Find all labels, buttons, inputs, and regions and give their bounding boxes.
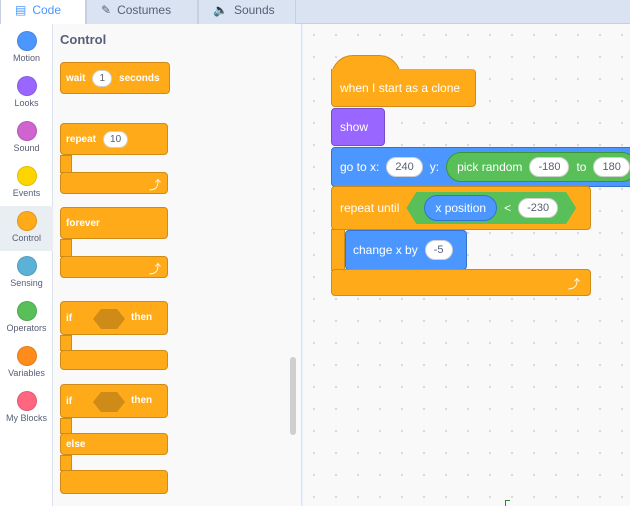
x-position-label: x position [435, 201, 487, 215]
forever-foot: ⤴ [60, 256, 168, 278]
wait-label: wait [66, 72, 86, 84]
condition-slot[interactable] [93, 309, 125, 329]
then-label: then [131, 312, 153, 323]
if-else-arm [60, 418, 72, 434]
wait-block[interactable]: wait 1 seconds [60, 62, 170, 94]
loop-arrow-icon: ⤴ [567, 277, 580, 291]
mouse-cursor-icon [505, 500, 510, 506]
speaker-icon: 🔈 [213, 2, 228, 17]
less-than-symbol: < [504, 201, 512, 215]
category-motion[interactable]: Motion [0, 26, 53, 71]
category-control[interactable]: Control [0, 206, 53, 251]
else-bar: else [60, 433, 168, 455]
motion-dot-icon [16, 31, 37, 51]
category-label: My Blocks [5, 413, 47, 423]
script-area[interactable]: when I start as a clone show go to x: 24… [303, 24, 630, 506]
tab-sounds-label: Sounds [233, 2, 275, 17]
palette-scrollbar[interactable] [290, 357, 296, 435]
category-variables[interactable]: Variables [0, 341, 53, 386]
category-label: Motion [12, 53, 40, 63]
change-x-label: change x by [353, 243, 418, 257]
operators-dot-icon [16, 301, 37, 321]
repeat-arm [60, 155, 72, 173]
control-dot-icon [16, 211, 37, 231]
to-label: to [576, 160, 587, 174]
category-events[interactable]: Events [0, 161, 53, 206]
category-operators[interactable]: Operators [0, 296, 53, 341]
looks-dot-icon [16, 76, 37, 96]
tab-code[interactable]: ▤ Code [0, 0, 86, 25]
brush-icon: ✎ [101, 2, 112, 17]
wait-seconds-input[interactable]: 1 [92, 69, 113, 87]
pick-random-reporter[interactable]: pick random -180 to 180 [446, 152, 630, 182]
x-position-reporter[interactable]: x position [424, 195, 497, 221]
tab-costumes[interactable]: ✎ Costumes [86, 0, 198, 24]
editor-tab-bar: ▤ Code ✎ Costumes 🔈 Sounds [0, 0, 630, 25]
if-label: if [66, 395, 73, 407]
if-foot [60, 350, 168, 370]
less-than-operator[interactable]: x position < -230 [406, 192, 576, 224]
else-label: else [66, 438, 86, 450]
repeat-block[interactable]: repeat 10 [60, 123, 168, 155]
loop-arrow-icon: ⤴ [148, 262, 161, 276]
repeat-until-block[interactable]: repeat until x position < -230 [331, 186, 591, 230]
random-to-input[interactable]: 180 [593, 157, 630, 177]
goto-label: go to x: [340, 160, 380, 174]
forever-block[interactable]: forever [60, 207, 168, 239]
code-icon: ▤ [15, 3, 27, 17]
category-label: Variables [8, 368, 45, 378]
if-else-foot [60, 470, 168, 494]
events-dot-icon [16, 166, 37, 186]
x-input[interactable]: 240 [386, 157, 423, 177]
if-then-block[interactable]: if then [60, 301, 168, 335]
change-x-block[interactable]: change x by -5 [345, 230, 467, 270]
else-arm [60, 455, 72, 471]
category-label: Events [12, 188, 41, 198]
repeat-label: repeat [66, 133, 97, 145]
show-label: show [340, 120, 369, 134]
tab-costumes-label: Costumes [117, 2, 172, 17]
pick-random-label: pick random [457, 160, 523, 174]
category-label: Looks [14, 98, 39, 108]
random-from-input[interactable]: -180 [529, 157, 570, 177]
repeat-until-foot: ⤴ [331, 269, 591, 296]
tab-sounds[interactable]: 🔈 Sounds [198, 0, 296, 24]
sound-dot-icon [16, 121, 37, 141]
show-block[interactable]: show [331, 108, 385, 146]
if-arm [60, 335, 72, 351]
repeat-count-input[interactable]: 10 [103, 130, 129, 148]
loop-arrow-icon: ⤴ [148, 178, 161, 192]
sensing-dot-icon [16, 256, 37, 276]
when-clone-hat-block[interactable]: when I start as a clone [331, 69, 476, 107]
wait-suffix: seconds [119, 72, 160, 84]
forever-label: forever [66, 217, 100, 229]
category-sound[interactable]: Sound [0, 116, 53, 161]
compare-value-input[interactable]: -230 [518, 198, 558, 218]
goto-xy-block[interactable]: go to x: 240 y: pick random -180 to 180 [331, 147, 630, 187]
tab-code-label: Code [32, 3, 62, 17]
category-label: Sound [13, 143, 40, 153]
palette-title: Control [60, 32, 107, 47]
then-label: then [131, 395, 153, 406]
category-my-blocks[interactable]: My Blocks [0, 386, 53, 431]
hat-label: when I start as a clone [340, 80, 461, 95]
category-menu: Motion Looks Sound Events Control Sensin… [0, 24, 53, 506]
repeat-until-label: repeat until [340, 201, 400, 215]
block-palette: Control wait 1 seconds repeat 10 ⤴ forev… [53, 24, 302, 506]
y-label: y: [429, 160, 440, 174]
repeat-until-arm [331, 229, 345, 271]
repeat-foot: ⤴ [60, 172, 168, 194]
variables-dot-icon [16, 346, 37, 366]
my-blocks-dot-icon [16, 391, 37, 411]
category-label: Sensing [10, 278, 43, 288]
change-x-input[interactable]: -5 [424, 240, 453, 260]
condition-slot[interactable] [93, 392, 125, 412]
category-looks[interactable]: Looks [0, 71, 53, 116]
if-label: if [66, 312, 73, 324]
category-label: Control [11, 233, 41, 243]
category-label: Operators [6, 323, 47, 333]
if-else-block[interactable]: if then [60, 384, 168, 418]
category-sensing[interactable]: Sensing [0, 251, 53, 296]
forever-arm [60, 239, 72, 257]
